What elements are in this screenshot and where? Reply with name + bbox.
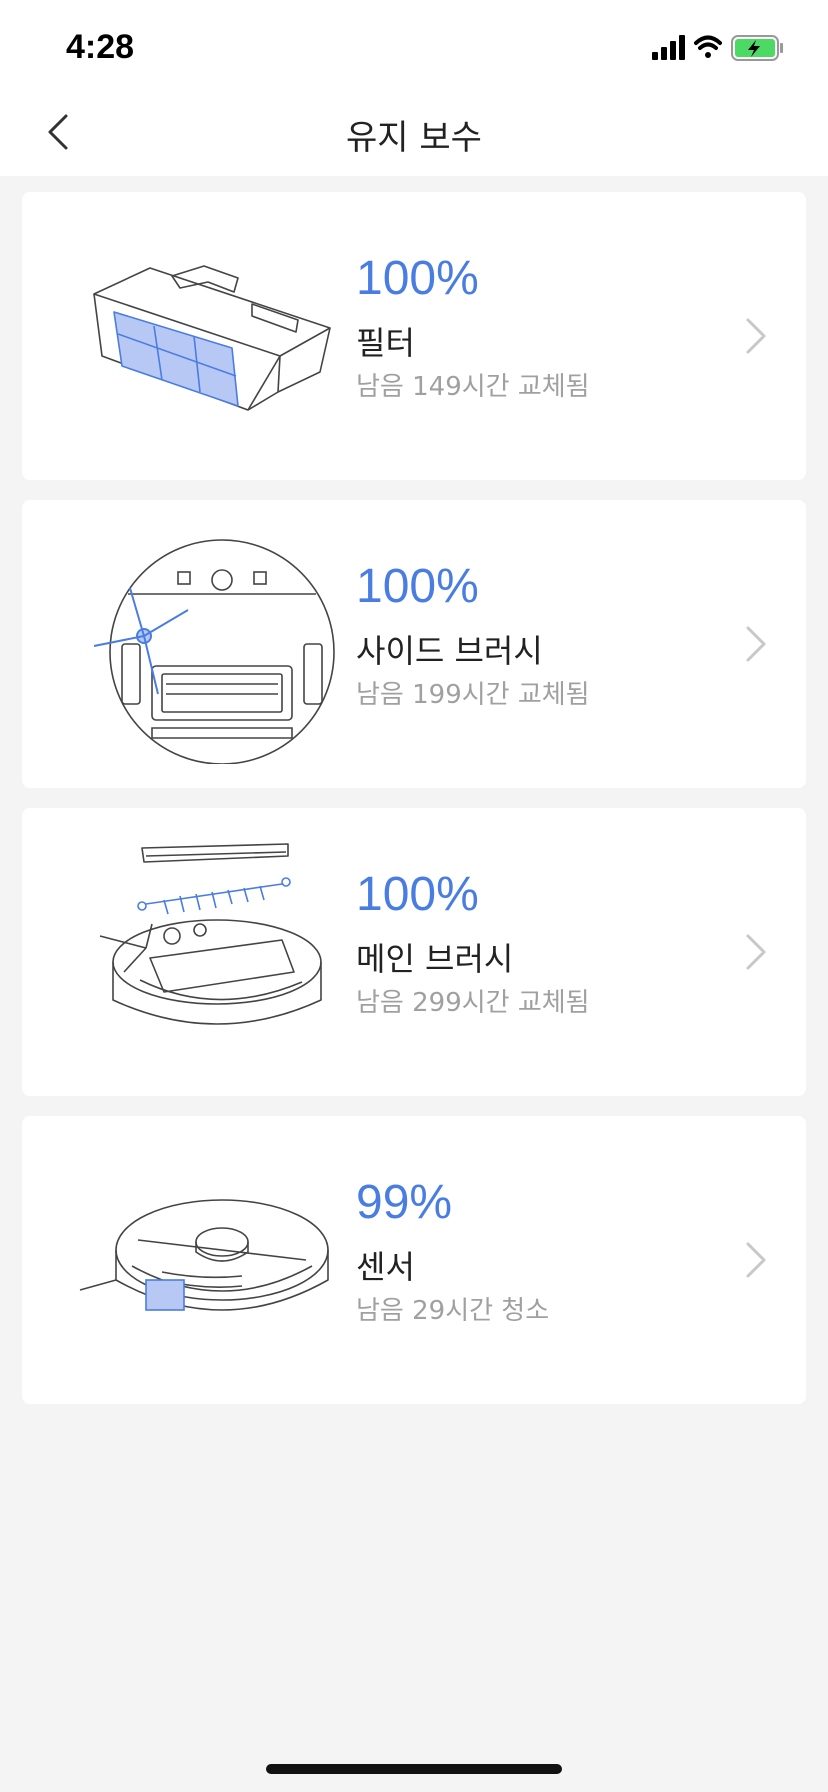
chevron-right-icon [746,318,766,354]
card-text: 100% 필터 남음 149시간 교체됨 [356,250,590,404]
item-name: 사이드 브러시 [356,632,543,670]
maintenance-list: 100% 필터 남음 149시간 교체됨 100% 사이드 브러시 남음 199… [22,192,806,1424]
item-remaining: 남음 29시간 청소 [356,1296,550,1326]
signal-icon [652,35,685,60]
maintenance-card-sensor[interactable]: 99% 센서 남음 29시간 청소 [22,1116,806,1404]
item-name: 필터 [356,324,415,362]
side-brush-illustration [93,539,335,764]
status-icons [652,32,792,66]
item-percent: 100% [356,560,479,613]
page-title: 유지 보수 [346,118,482,158]
chevron-right-icon [746,626,766,662]
item-percent: 100% [356,252,479,305]
sensor-illustration [79,1199,329,1311]
item-name: 센서 [356,1248,415,1286]
item-name: 메인 브러시 [356,940,514,978]
battery-charging-icon [731,35,783,61]
chevron-right-icon [746,1242,766,1278]
wifi-icon [694,35,722,58]
card-text: 100% 메인 브러시 남음 299시간 교체됨 [356,866,590,1020]
item-remaining: 남음 299시간 교체됨 [356,988,590,1018]
status-bar: 4:28 [0,0,828,96]
item-remaining: 남음 199시간 교체됨 [356,680,590,710]
chevron-right-icon [746,934,766,970]
maintenance-card-filter[interactable]: 100% 필터 남음 149시간 교체됨 [22,192,806,480]
item-remaining: 남음 149시간 교체됨 [356,372,590,402]
main-brush-illustration [99,843,322,1025]
maintenance-card-side-brush[interactable]: 100% 사이드 브러시 남음 199시간 교체됨 [22,500,806,788]
filter-illustration [93,265,331,411]
maintenance-card-main-brush[interactable]: 100% 메인 브러시 남음 299시간 교체됨 [22,808,806,1096]
status-time: 4:28 [66,28,135,66]
nav-bar: 유지 보수 [0,96,828,176]
item-percent: 99% [356,1176,453,1229]
card-text: 99% 센서 남음 29시간 청소 [356,1174,549,1328]
item-percent: 100% [356,868,479,921]
card-text: 100% 사이드 브러시 남음 199시간 교체됨 [356,558,590,712]
home-indicator[interactable] [266,1764,562,1774]
